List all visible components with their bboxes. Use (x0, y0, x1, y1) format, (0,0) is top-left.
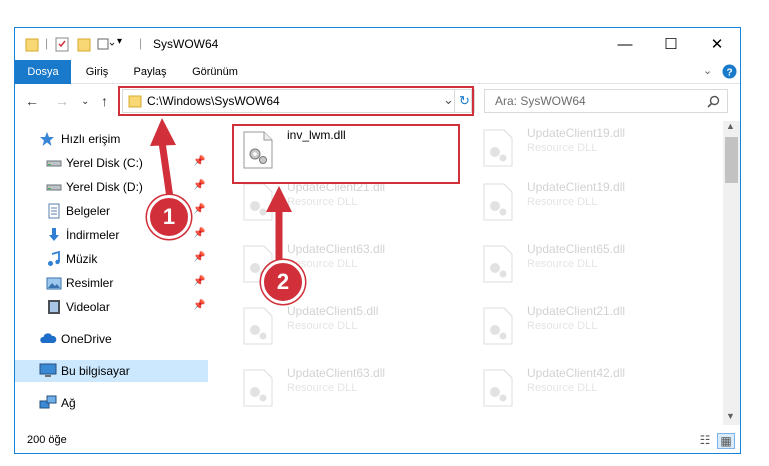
step-1-badge: 1 (147, 195, 191, 239)
annotation-arrows (150, 118, 292, 266)
step-2-badge: 2 (261, 260, 305, 304)
